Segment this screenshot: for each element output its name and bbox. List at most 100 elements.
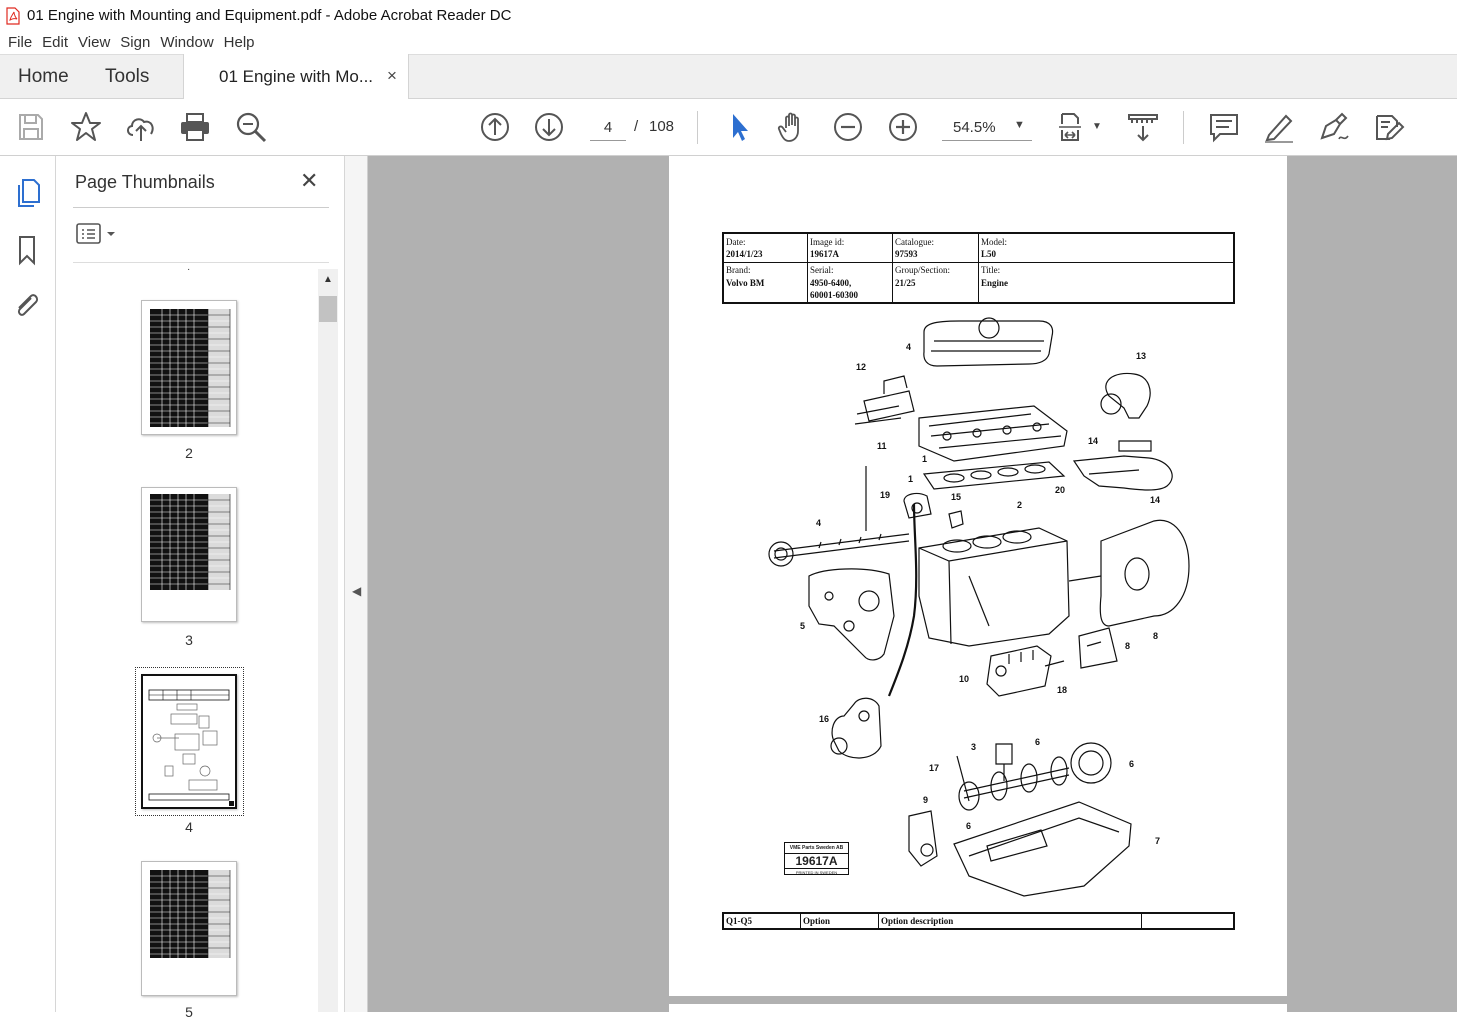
callout-number: 10 — [959, 674, 970, 684]
tab-home[interactable]: Home — [18, 66, 69, 88]
scroll-mode-icon[interactable] — [1126, 110, 1160, 144]
zoom-level-value: 54.5% — [953, 119, 996, 136]
more-tools-icon[interactable] — [1372, 110, 1406, 144]
panel-title: Page Thumbnails — [75, 172, 215, 192]
zoom-in-icon[interactable] — [886, 110, 920, 144]
select-cursor-icon[interactable] — [722, 110, 756, 144]
callout-number: 8 — [1125, 641, 1131, 651]
thumbnail-page-number: 2 — [185, 445, 193, 461]
thumbnails-scrollbar[interactable]: ▲ — [318, 269, 338, 1012]
bookmark-star-icon[interactable] — [69, 110, 103, 144]
chevron-down-icon: ▼ — [1014, 119, 1025, 131]
callout-number: 14 — [1150, 495, 1161, 505]
stamp-code: 19617A — [785, 853, 848, 869]
page-separator: / — [634, 118, 639, 135]
thumbnail-diagram-preview — [148, 689, 234, 806]
attachments-paperclip-icon[interactable] — [12, 290, 42, 322]
thumbnail-options-icon[interactable] — [76, 222, 122, 246]
footer-col-q: Q1-Q5 — [726, 916, 752, 926]
pdf-page: Date: 2014/1/23 Image id: 19617A Catalog… — [669, 156, 1287, 996]
callout-number: 13 — [1136, 351, 1147, 361]
scroll-up-icon[interactable]: ▲ — [323, 274, 333, 285]
scroll-dot: · — [187, 264, 191, 275]
page-thumbnails-icon[interactable] — [14, 177, 42, 209]
print-icon[interactable] — [178, 110, 212, 144]
stamp-printed: PRINTED IN SWEDEN — [795, 870, 838, 875]
thumbnail-table-preview — [150, 870, 231, 958]
scrollbar-thumb[interactable] — [319, 296, 337, 322]
callout-number: 1 — [922, 454, 928, 464]
callout-number: 8 — [1153, 631, 1159, 641]
page-thumbnail[interactable] — [141, 300, 237, 435]
page-number-input[interactable] — [590, 115, 626, 141]
navigation-rail — [0, 156, 56, 1012]
close-tab-icon[interactable]: × — [387, 66, 397, 86]
save-icon[interactable] — [14, 110, 48, 144]
callout-number: 4 — [906, 342, 912, 352]
menu-sign[interactable]: Sign — [120, 34, 150, 51]
page-thumbnail[interactable] — [141, 487, 237, 622]
thumbnail-page-number: 3 — [185, 632, 193, 648]
toolbar: / 108 54.5% ▼ ▼ — [0, 99, 1457, 156]
menu-edit[interactable]: Edit — [42, 34, 68, 51]
callout-number: 1 — [908, 474, 914, 484]
bookmarks-icon[interactable] — [16, 234, 40, 266]
option-footer-table: Q1-Q5 Option Option description — [722, 912, 1235, 930]
toolbar-divider — [1183, 111, 1184, 144]
callout-number: 14 — [1088, 436, 1099, 446]
tab-bar: Home Tools 01 Engine with Mo... × — [0, 54, 1457, 100]
tab-document-label: 01 Engine with Mo... — [219, 67, 374, 86]
stamp-company: VME Parts Sweden AB — [789, 845, 844, 851]
divider — [73, 262, 329, 263]
callout-number: 2 — [1017, 500, 1023, 510]
thumbnail-page-number: 5 — [185, 1004, 193, 1020]
callout-number: 20 — [1055, 485, 1066, 495]
callout-number: 4 — [816, 518, 822, 528]
menu-file[interactable]: File — [8, 34, 32, 51]
cloud-upload-icon[interactable] — [124, 110, 158, 144]
footer-col-description: Option description — [881, 916, 954, 926]
thumbnail-table-preview — [150, 309, 231, 427]
callout-number: 6 — [966, 821, 972, 831]
previous-page-icon[interactable] — [478, 110, 512, 144]
highlight-pen-icon[interactable] — [1262, 110, 1296, 144]
tab-tools[interactable]: Tools — [105, 66, 149, 88]
title-bar: 01 Engine with Mounting and Equipment.pd… — [0, 0, 1457, 31]
callout-number: 7 — [1155, 836, 1161, 846]
page-thumbnail[interactable] — [141, 861, 237, 996]
callout-number: 11 — [877, 441, 887, 451]
menu-help[interactable]: Help — [224, 34, 255, 51]
engine-exploded-diagram — [768, 317, 1190, 897]
hand-tool-icon[interactable] — [776, 110, 810, 144]
close-panel-icon[interactable]: ✕ — [300, 168, 318, 194]
document-view[interactable]: Date: 2014/1/23 Image id: 19617A Catalog… — [368, 156, 1457, 1012]
comment-icon[interactable] — [1207, 110, 1241, 144]
tab-document[interactable]: 01 Engine with Mo... × — [183, 54, 409, 100]
parts-stamp: VME Parts Sweden AB 19617A PRINTED IN SW… — [784, 842, 849, 875]
page-thumbnail-selected[interactable] — [141, 674, 237, 809]
callout-number: 19 — [880, 490, 891, 500]
page-total: 108 — [649, 118, 675, 135]
menu-bar: File Edit View Sign Window Help — [0, 31, 1457, 53]
window-title: 01 Engine with Mounting and Equipment.pd… — [27, 7, 512, 24]
callout-number: 3 — [971, 742, 977, 752]
zoom-level-dropdown[interactable]: 54.5% ▼ — [942, 115, 1032, 141]
chevron-down-icon[interactable]: ▼ — [1092, 121, 1102, 132]
menu-window[interactable]: Window — [160, 34, 213, 51]
page-fit-icon[interactable] — [1056, 110, 1090, 144]
page-thumbnails-panel: Page Thumbnails ✕ · 2 3 4 5 ▲ — [56, 156, 345, 1020]
search-zoom-icon[interactable] — [234, 110, 268, 144]
menu-view[interactable]: View — [78, 34, 110, 51]
next-page-icon[interactable] — [532, 110, 566, 144]
collapse-left-icon[interactable]: ◀ — [352, 584, 361, 598]
pdf-file-icon — [6, 6, 20, 25]
callout-number: 12 — [856, 362, 867, 372]
callout-number: 9 — [923, 795, 929, 805]
divider — [73, 207, 329, 208]
panel-collapse-strip[interactable]: ◀ — [345, 156, 368, 1012]
footer-col-option: Option — [803, 916, 831, 926]
callout-number: 6 — [1035, 737, 1041, 747]
sign-pen-icon[interactable] — [1317, 110, 1351, 144]
zoom-out-icon[interactable] — [831, 110, 865, 144]
callout-number: 5 — [800, 621, 806, 631]
